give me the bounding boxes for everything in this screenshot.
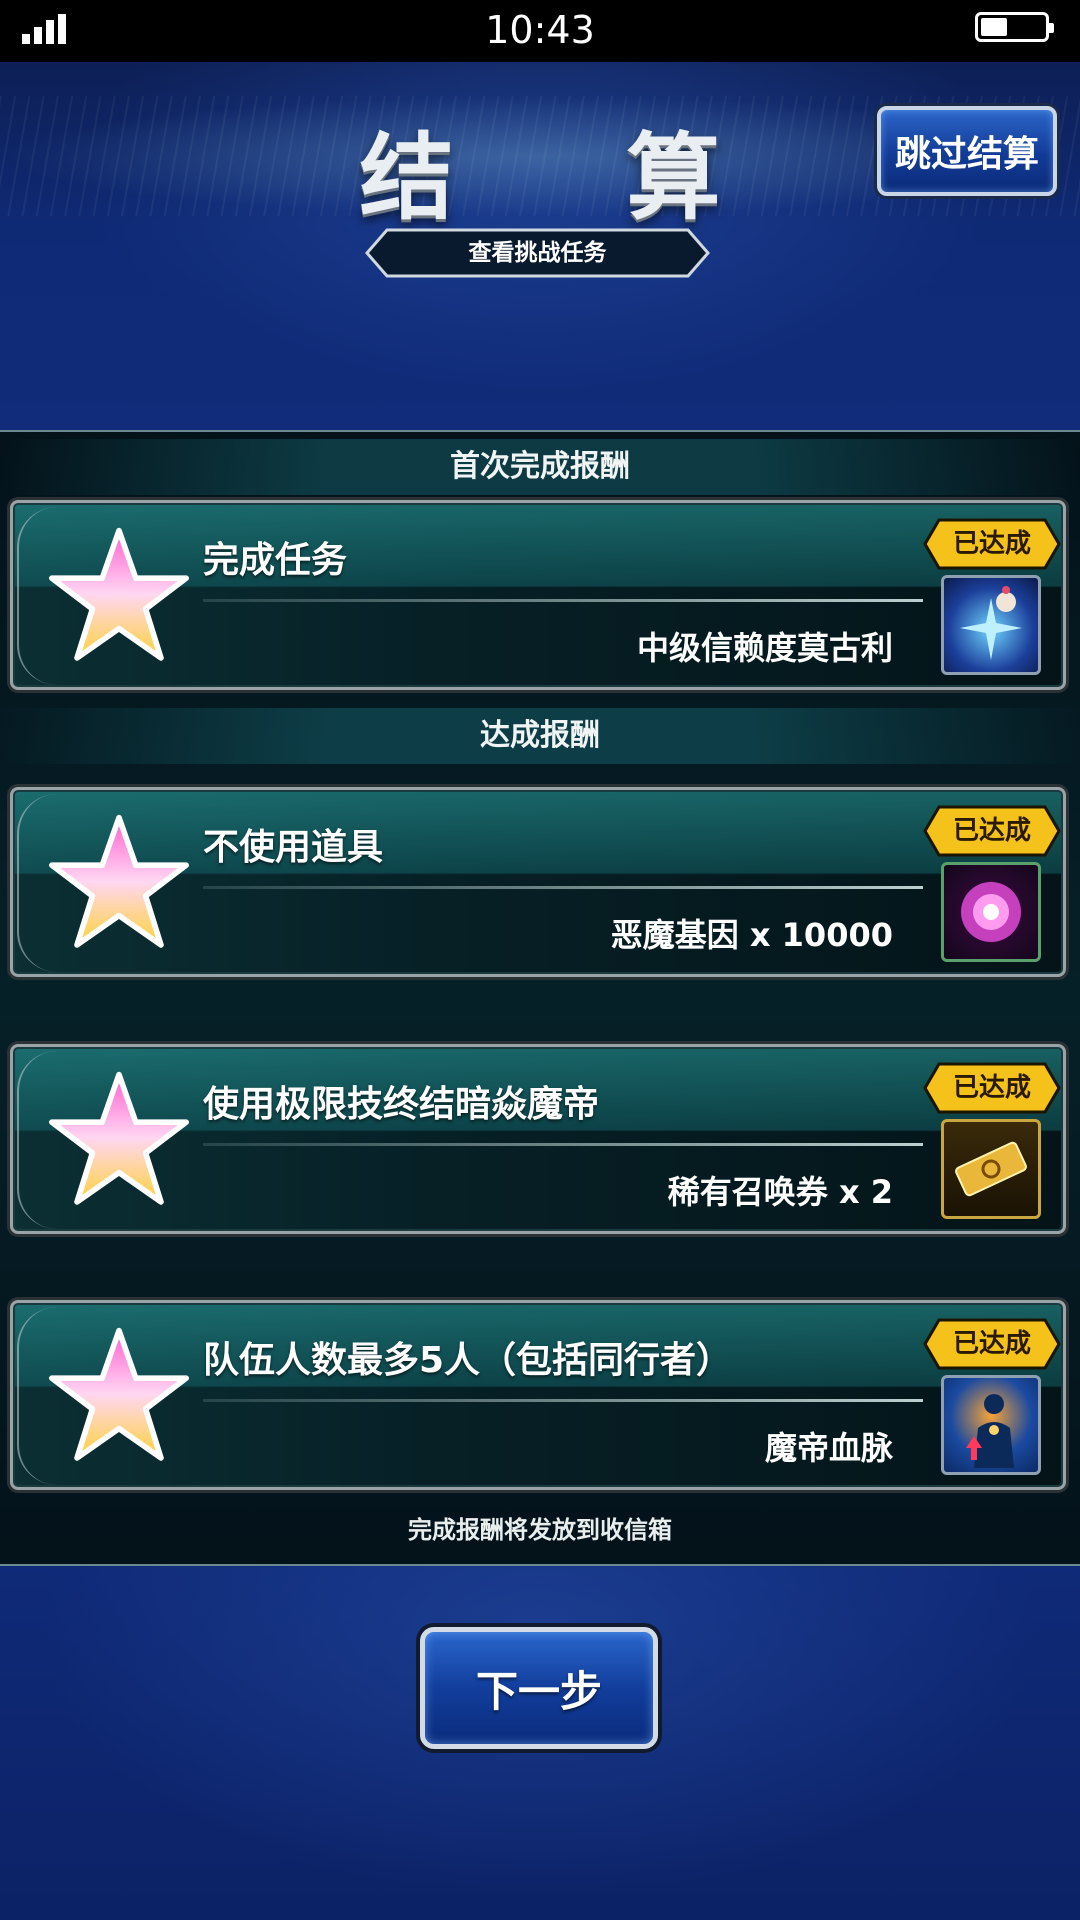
achieved-badge: 已达成 <box>923 1062 1061 1114</box>
star-icon <box>49 814 189 948</box>
status-bar: 10:43 <box>0 0 1080 62</box>
achieved-badge: 已达成 <box>923 518 1061 570</box>
star-icon <box>49 1071 189 1205</box>
section-achievements-title: 达成报酬 <box>0 708 1080 764</box>
achieved-badge-label: 已达成 <box>952 1073 1031 1103</box>
reward-mailbox-note: 完成报酬将发放到收信箱 <box>408 1516 672 1544</box>
mission-name: 使用极限技终结暗焱魔帝 <box>203 1084 600 1125</box>
skip-results-button[interactable]: 跳过结算 <box>877 106 1057 196</box>
achieved-badge-label: 已达成 <box>952 1329 1031 1359</box>
status-time: 10:43 <box>485 8 595 52</box>
achieved-badge-label: 已达成 <box>952 529 1031 559</box>
section-first-clear-title: 首次完成报酬 <box>0 439 1080 495</box>
mission-name: 队伍人数最多5人（包括同行者） <box>203 1340 733 1381</box>
mission-reward: 魔帝血脉 <box>764 1429 893 1467</box>
mission-card-complete: 完成任务 中级信赖度莫古利 已达成 <box>10 500 1066 690</box>
divider <box>203 1399 923 1402</box>
moogle-crystal-icon[interactable] <box>941 575 1041 675</box>
mission-card-party-size: 队伍人数最多5人（包括同行者） 魔帝血脉 已达成 <box>10 1300 1066 1490</box>
bloodline-silhouette-icon[interactable] <box>941 1375 1041 1475</box>
mission-card-no-items: 不使用道具 恶魔基因 x 10000 已达成 <box>10 787 1066 977</box>
achieved-badge: 已达成 <box>923 1318 1061 1370</box>
mission-reward: 恶魔基因 x 10000 <box>610 916 893 954</box>
achieved-badge-label: 已达成 <box>952 816 1031 846</box>
divider <box>203 599 923 602</box>
mission-name: 完成任务 <box>203 540 348 581</box>
divider <box>203 886 923 889</box>
view-challenge-missions-label: 查看挑战任务 <box>468 240 607 266</box>
achieved-badge: 已达成 <box>923 805 1061 857</box>
mission-name: 不使用道具 <box>203 827 384 868</box>
view-challenge-missions-button[interactable]: 查看挑战任务 <box>365 228 710 278</box>
mission-reward: 稀有召唤券 x 2 <box>667 1173 893 1211</box>
pink-orb-icon[interactable] <box>941 862 1041 962</box>
battery-icon <box>975 12 1054 42</box>
star-icon <box>49 527 189 661</box>
mission-reward: 中级信赖度莫古利 <box>636 629 893 667</box>
star-icon <box>49 1327 189 1461</box>
divider <box>203 1143 923 1146</box>
next-button[interactable]: 下一步 <box>420 1627 658 1749</box>
mission-card-limit-burst: 使用极限技终结暗焱魔帝 稀有召唤券 x 2 已达成 <box>10 1044 1066 1234</box>
gold-ticket-icon[interactable] <box>941 1119 1041 1219</box>
